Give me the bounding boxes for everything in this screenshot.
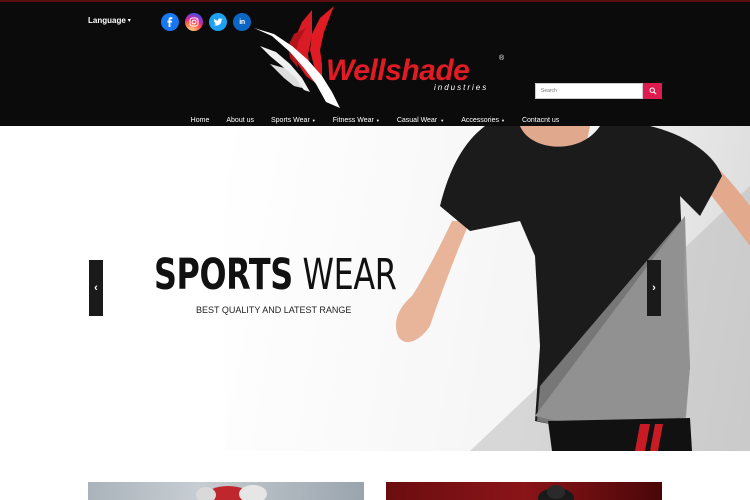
hero-title: SPORTS WEAR	[154, 254, 397, 297]
facebook-icon[interactable]	[161, 13, 179, 31]
caret-down-icon: ▼	[439, 117, 445, 123]
nav-item-casual-wear[interactable]: Casual Wear ▼	[388, 113, 452, 127]
category-card-left[interactable]	[88, 482, 364, 500]
hero-subtitle: BEST QUALITY AND LATEST RANGE	[196, 305, 352, 315]
nav-label: Accessories	[461, 116, 499, 124]
language-selector[interactable]: Language ▾	[88, 16, 131, 25]
hero-title-light: WEAR	[302, 250, 397, 300]
brand-tagline: industries	[434, 83, 489, 92]
nav-item-fitness-wear[interactable]: Fitness Wear ▼	[324, 113, 388, 127]
caret-down-icon: ▼	[375, 117, 380, 123]
twitter-icon[interactable]	[209, 13, 227, 31]
chevron-down-icon: ▾	[127, 18, 131, 24]
chevron-left-icon: ‹	[94, 282, 98, 294]
site-header: Language ▾ in Wellshade ® industries Sea…	[0, 0, 750, 126]
caret-down-icon: ▼	[500, 117, 505, 123]
hero-title-bold: SPORTS	[154, 250, 293, 300]
slider-prev-button[interactable]: ‹	[89, 260, 103, 316]
nav-item-home[interactable]: Home	[182, 113, 218, 127]
language-label: Language	[88, 16, 126, 25]
slider-next-button[interactable]: ›	[647, 260, 661, 316]
category-image-left	[196, 485, 267, 500]
caret-down-icon: ▼	[311, 117, 316, 123]
category-image-right	[538, 485, 574, 500]
linkedin-icon[interactable]: in	[233, 13, 251, 31]
search-input[interactable]	[535, 83, 643, 99]
nav-label: About us	[226, 116, 254, 124]
chevron-right-icon: ›	[652, 282, 656, 294]
search-button[interactable]	[643, 83, 662, 99]
search-bar	[535, 83, 662, 99]
brand-logo[interactable]: Wellshade ® industries	[250, 6, 512, 108]
nav-item-about-us[interactable]: About us	[218, 113, 263, 127]
category-card-right[interactable]	[386, 482, 662, 500]
nav-label: Casual Wear	[396, 116, 438, 124]
social-links: in	[161, 13, 251, 31]
instagram-icon[interactable]	[185, 13, 203, 31]
nav-item-accessories[interactable]: Accessories ▼	[453, 113, 514, 127]
hero-slider: SPORTS WEAR BEST QUALITY AND LATEST RANG…	[0, 126, 750, 451]
nav-label: Fitness Wear	[332, 116, 374, 124]
nav-label: Sports Wear	[271, 116, 310, 124]
nav-label: Home	[190, 116, 210, 124]
registered-mark: ®	[499, 55, 505, 62]
nav-item-sports-wear[interactable]: Sports Wear ▼	[263, 113, 325, 127]
nav-label: Contacnt us	[521, 116, 560, 124]
search-icon	[649, 87, 657, 95]
nav-item-contact-us[interactable]: Contacnt us	[513, 113, 567, 127]
